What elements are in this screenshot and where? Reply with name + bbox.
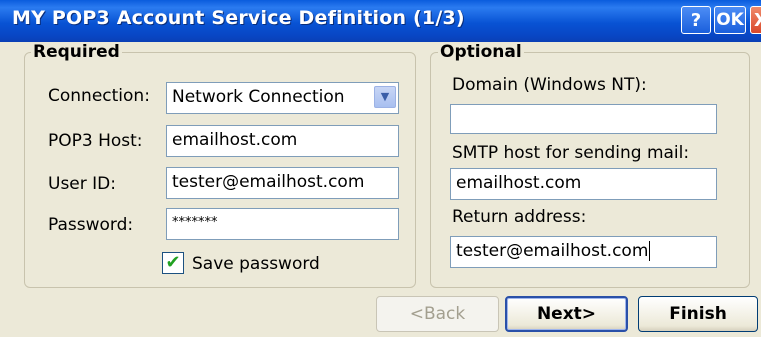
smtp-host-input[interactable]: emailhost.com xyxy=(450,168,717,200)
connection-label: Connection: xyxy=(48,86,150,106)
pop3-host-label: POP3 Host: xyxy=(48,131,143,151)
text-caret xyxy=(649,241,651,261)
return-address-value: tester@emailhost.com xyxy=(456,241,649,261)
return-address-label: Return address: xyxy=(452,207,587,227)
connection-value: Network Connection xyxy=(172,87,345,107)
smtp-host-label: SMTP host for sending mail: xyxy=(452,143,690,163)
checkmark-icon: ✔ xyxy=(165,252,181,273)
help-button[interactable]: ? xyxy=(681,6,711,34)
back-button[interactable]: <Back xyxy=(376,296,499,332)
user-id-input[interactable]: tester@emailhost.com xyxy=(166,167,399,199)
domain-label: Domain (Windows NT): xyxy=(452,75,647,95)
domain-input[interactable] xyxy=(450,104,717,134)
password-label: Password: xyxy=(48,215,134,235)
user-id-label: User ID: xyxy=(48,174,116,194)
pop3-host-input[interactable]: emailhost.com xyxy=(166,125,399,157)
save-password-label[interactable]: Save password xyxy=(192,253,320,275)
next-button[interactable]: Next> xyxy=(505,296,628,332)
close-button[interactable]: X xyxy=(750,6,761,34)
password-input[interactable]: ******* xyxy=(166,208,399,240)
save-password-checkbox[interactable]: ✔ xyxy=(162,252,184,274)
dialog-window: MY POP3 Account Service Definition (1/3)… xyxy=(0,0,761,337)
title-bar[interactable]: MY POP3 Account Service Definition (1/3)… xyxy=(0,0,761,42)
return-address-input[interactable]: tester@emailhost.com xyxy=(450,236,717,268)
required-legend: Required xyxy=(31,42,122,62)
optional-legend: Optional xyxy=(438,42,524,62)
ok-button[interactable]: OK xyxy=(714,6,746,34)
connection-select[interactable]: Network Connection ▼ xyxy=(166,82,399,114)
finish-button[interactable]: Finish xyxy=(638,296,758,332)
window-title: MY POP3 Account Service Definition (1/3) xyxy=(12,7,465,29)
chevron-down-icon[interactable]: ▼ xyxy=(374,86,396,108)
